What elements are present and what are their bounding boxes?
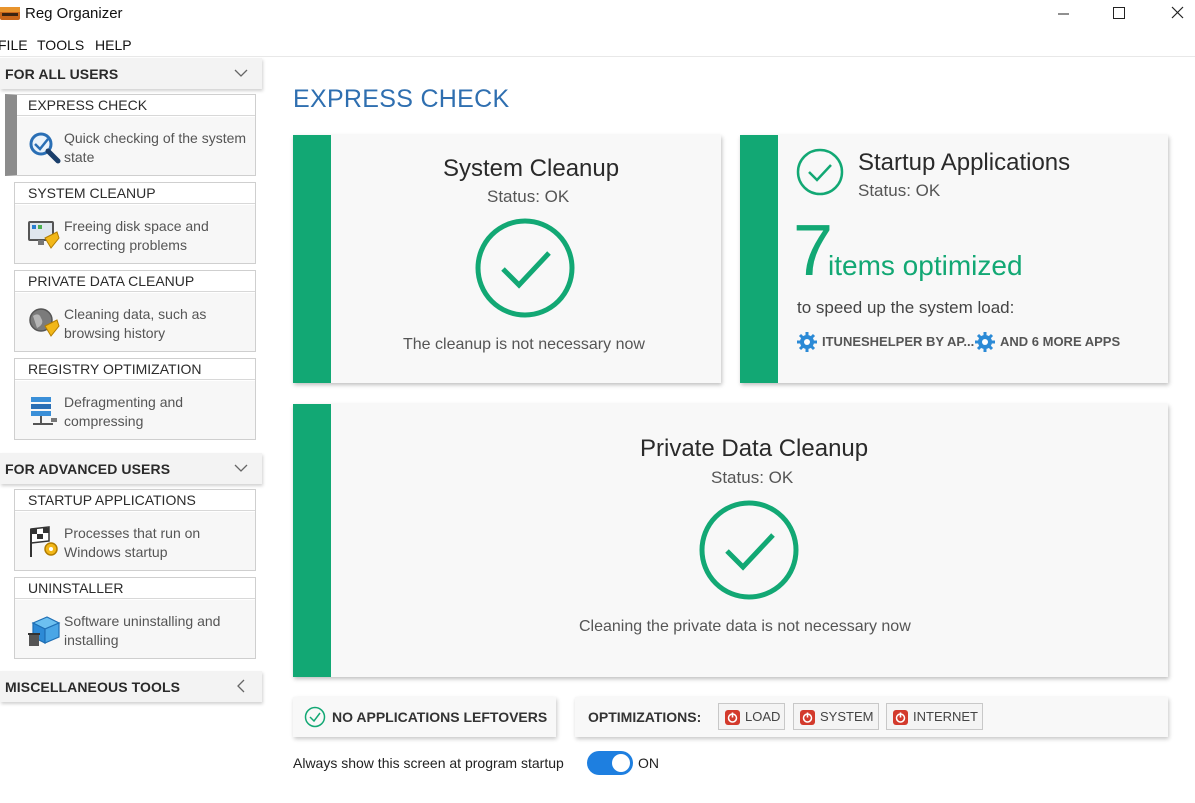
sidebar-item-registry-optimization[interactable]: REGISTRY OPTIMIZATION Defragmenting and … bbox=[14, 358, 256, 440]
chevron-down-icon bbox=[234, 464, 248, 472]
sidebar-item-desc: Cleaning data, such as browsing history bbox=[64, 306, 207, 341]
optimization-internet-button[interactable]: INTERNET bbox=[886, 703, 983, 730]
window-title: Reg Organizer bbox=[25, 5, 123, 22]
sidebar-item-title: EXPRESS CHECK bbox=[17, 95, 255, 116]
power-icon bbox=[800, 710, 815, 725]
panel-title: Private Data Cleanup bbox=[640, 435, 869, 462]
startup-app-label: ITUNESHELPER BY AP... bbox=[822, 334, 975, 349]
toggle-knob bbox=[612, 754, 630, 772]
sidebar-item-title: PRIVATE DATA CLEANUP bbox=[15, 271, 255, 292]
check-circle-icon bbox=[699, 500, 799, 600]
sidebar-item-system-cleanup[interactable]: SYSTEM CLEANUP Freeing disk space and co… bbox=[14, 182, 256, 264]
optimizations-box: OPTIMIZATIONS: LOAD SYSTEM INTERNET bbox=[575, 697, 1168, 737]
gear-icon bbox=[975, 332, 995, 352]
chevron-left-icon bbox=[237, 679, 245, 693]
gear-icon bbox=[797, 332, 817, 352]
sidebar-item-express-check[interactable]: EXPRESS CHECK Quick checking of the syst… bbox=[5, 94, 256, 176]
sidebar-item-desc: Defragmenting and compressing bbox=[64, 394, 184, 429]
show-on-startup-label: Always show this screen at program start… bbox=[293, 755, 564, 771]
close-button[interactable] bbox=[1150, 0, 1195, 30]
sidebar-item-body: Processes that run on Windows startup bbox=[15, 512, 255, 570]
optimization-load-button[interactable]: LOAD bbox=[718, 703, 785, 730]
close-icon bbox=[1171, 6, 1184, 19]
toggle-state-label: ON bbox=[638, 755, 659, 771]
chevron-down-icon bbox=[234, 69, 248, 77]
sidebar-item-private-data-cleanup[interactable]: PRIVATE DATA CLEANUP Cleaning data, such… bbox=[14, 270, 256, 352]
optimization-system-button[interactable]: SYSTEM bbox=[793, 703, 879, 730]
box-trash-icon bbox=[28, 616, 61, 646]
startup-app-ituneshelper[interactable]: ITUNESHELPER BY AP... bbox=[797, 332, 974, 352]
menu-tools[interactable]: TOOLS bbox=[37, 37, 84, 53]
panel-title: System Cleanup bbox=[443, 155, 620, 182]
maximize-button[interactable] bbox=[1096, 0, 1142, 30]
panel-message: The cleanup is not necessary now bbox=[403, 336, 645, 353]
title-bar: Reg Organizer bbox=[0, 0, 1195, 30]
private-data-cleanup-panel[interactable]: Private Data Cleanup Status: OK Cleaning… bbox=[293, 404, 1168, 677]
sidebar-item-desc: Software uninstalling and installing bbox=[64, 613, 221, 648]
magnifier-check-icon bbox=[29, 132, 61, 164]
panel-title: Startup Applications bbox=[858, 149, 1071, 176]
optimized-count-label: items optimized bbox=[828, 250, 1023, 281]
panel-message: Cleaning the private data is not necessa… bbox=[579, 618, 911, 635]
power-icon bbox=[893, 710, 908, 725]
startup-app-label: AND 6 MORE APPS bbox=[1000, 334, 1121, 349]
monitor-broom-icon bbox=[28, 221, 60, 249]
check-circle-icon bbox=[475, 218, 575, 318]
page-title: EXPRESS CHECK bbox=[293, 85, 510, 113]
show-on-startup-toggle[interactable] bbox=[587, 751, 633, 775]
sidebar-item-title: STARTUP APPLICATIONS bbox=[15, 490, 255, 511]
power-icon bbox=[725, 710, 740, 725]
check-circle-icon bbox=[304, 706, 326, 728]
sidebar-item-startup-applications[interactable]: STARTUP APPLICATIONS Processes that run … bbox=[14, 489, 256, 571]
sidebar-item-body: Software uninstalling and installing bbox=[15, 600, 255, 658]
sidebar-item-body: Cleaning data, such as browsing history bbox=[15, 293, 255, 351]
group-label: FOR ADVANCED USERS bbox=[5, 461, 171, 477]
maximize-icon bbox=[1113, 7, 1125, 19]
status-stripe bbox=[293, 404, 331, 677]
minimize-icon bbox=[1058, 13, 1069, 15]
minimize-button[interactable] bbox=[1040, 0, 1086, 30]
sidebar-item-body: Quick checking of the system state bbox=[17, 117, 255, 175]
sidebar-item-title: SYSTEM CLEANUP bbox=[15, 183, 255, 204]
leftovers-box[interactable]: NO APPLICATIONS LEFTOVERS bbox=[293, 697, 556, 737]
check-circle-icon bbox=[796, 148, 844, 196]
sidebar-item-desc: Quick checking of the system state bbox=[64, 130, 247, 165]
group-header-misc-tools[interactable]: MISCELLANEOUS TOOLS bbox=[0, 671, 262, 702]
menu-help[interactable]: HELP bbox=[95, 37, 132, 53]
sidebar-item-desc: Processes that run on Windows startup bbox=[64, 525, 201, 560]
registry-blocks-icon bbox=[31, 397, 57, 425]
status-stripe bbox=[293, 135, 331, 383]
menu-bar: FILE TOOLS HELP bbox=[0, 34, 1195, 56]
system-cleanup-panel[interactable]: System Cleanup Status: OK The cleanup is… bbox=[293, 135, 721, 383]
group-header-advanced-users[interactable]: FOR ADVANCED USERS bbox=[0, 453, 262, 484]
panel-status: Status: OK bbox=[858, 181, 941, 200]
group-label: FOR ALL USERS bbox=[5, 66, 119, 82]
startup-subtitle: to speed up the system load: bbox=[797, 298, 1015, 317]
optimization-button-label: LOAD bbox=[745, 709, 781, 724]
globe-broom-icon bbox=[29, 308, 60, 337]
sidebar-item-title: UNINSTALLER bbox=[15, 578, 255, 599]
menu-divider bbox=[0, 56, 1195, 57]
race-flag-gear-icon bbox=[30, 526, 58, 557]
reg-organizer-logo-icon bbox=[0, 7, 20, 20]
optimization-button-label: INTERNET bbox=[913, 709, 978, 724]
optimization-button-label: SYSTEM bbox=[820, 709, 874, 724]
group-label: MISCELLANEOUS TOOLS bbox=[5, 679, 181, 695]
menu-file[interactable]: FILE bbox=[0, 37, 28, 53]
status-stripe bbox=[740, 135, 778, 383]
sidebar-item-body: Freeing disk space and correcting proble… bbox=[15, 205, 255, 263]
optimizations-label: OPTIMIZATIONS: bbox=[588, 709, 702, 725]
sidebar-item-title: REGISTRY OPTIMIZATION bbox=[15, 359, 255, 380]
panel-status: Status: OK bbox=[487, 187, 570, 206]
sidebar-item-desc: Freeing disk space and correcting proble… bbox=[64, 218, 209, 253]
sidebar-item-body: Defragmenting and compressing bbox=[15, 381, 255, 439]
group-header-all-users[interactable]: FOR ALL USERS bbox=[0, 58, 262, 89]
panel-status: Status: OK bbox=[711, 468, 794, 487]
leftovers-label: NO APPLICATIONS LEFTOVERS bbox=[332, 709, 548, 725]
startup-more-apps-link[interactable]: AND 6 MORE APPS bbox=[975, 332, 1125, 352]
sidebar-item-uninstaller[interactable]: UNINSTALLER Software uninstalling and in… bbox=[14, 577, 256, 659]
